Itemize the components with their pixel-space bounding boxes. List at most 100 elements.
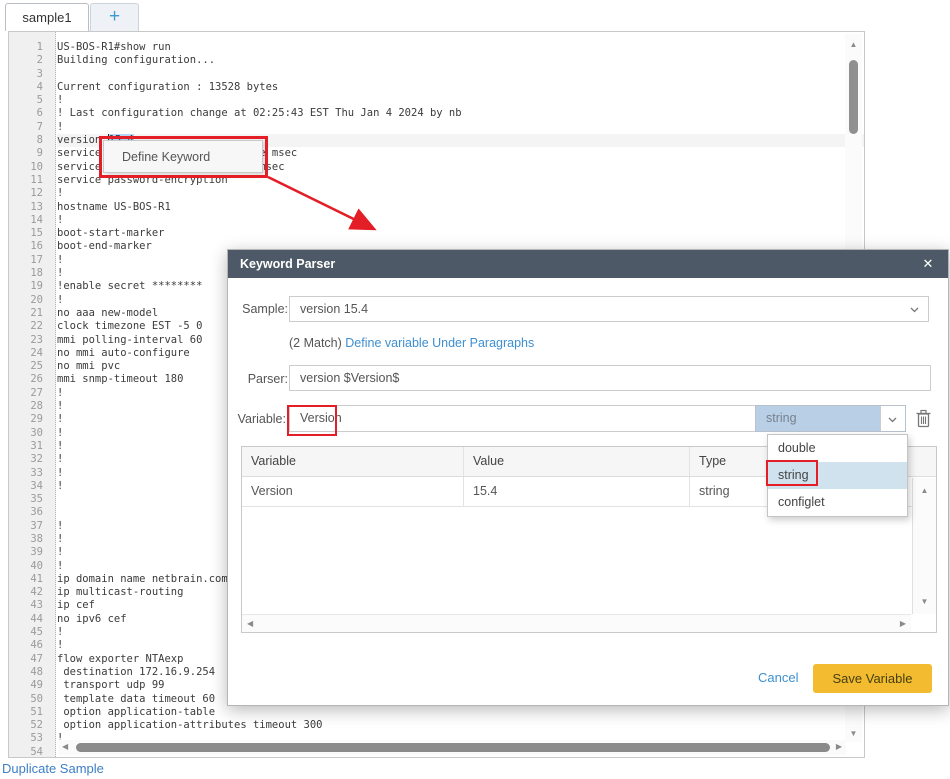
gutter-gap xyxy=(49,320,57,333)
line-number: 54 xyxy=(9,746,49,758)
tab-sample1[interactable]: sample1 xyxy=(5,3,89,31)
table-vertical-scrollbar[interactable]: ▲ ▼ xyxy=(912,478,936,614)
parser-input[interactable]: version $Version$ xyxy=(289,365,931,391)
type-select-chevron-cell[interactable] xyxy=(880,406,905,431)
gutter-gap xyxy=(49,639,57,652)
scroll-right-icon[interactable]: ▶ xyxy=(836,742,842,751)
gutter-gap xyxy=(49,427,57,440)
line-number: 24 xyxy=(9,347,49,360)
line-number: 46 xyxy=(9,639,49,652)
line-number: 33 xyxy=(9,467,49,480)
line-number: 30 xyxy=(9,427,49,440)
gutter-gap xyxy=(49,693,57,706)
line-number: 23 xyxy=(9,334,49,347)
code-line[interactable]: 7! xyxy=(9,121,864,134)
code-line[interactable]: 11service password-encryption xyxy=(9,174,864,187)
scroll-up-icon[interactable]: ▲ xyxy=(845,40,862,49)
type-option-configlet[interactable]: configlet xyxy=(768,489,907,516)
scroll-left-icon[interactable]: ◀ xyxy=(247,619,253,628)
gutter-gap xyxy=(49,68,57,81)
define-keyword-menu-item[interactable]: Define Keyword xyxy=(104,141,262,173)
gutter-gap xyxy=(49,666,57,679)
close-icon[interactable]: ✕ xyxy=(918,250,938,278)
variable-input[interactable]: Version xyxy=(289,405,756,432)
type-option-double[interactable]: double xyxy=(768,435,907,462)
vertical-scroll-thumb[interactable] xyxy=(849,60,858,134)
code-line[interactable]: 1US-BOS-R1#show run xyxy=(9,41,864,54)
type-select[interactable]: string xyxy=(755,405,906,432)
gutter-gap xyxy=(49,187,57,200)
line-number: 3 xyxy=(9,68,49,81)
line-text: Current configuration : 13528 bytes xyxy=(57,81,864,94)
line-number: 13 xyxy=(9,201,49,214)
gutter-gap xyxy=(49,453,57,466)
gutter-gap xyxy=(49,440,57,453)
scroll-down-icon[interactable]: ▼ xyxy=(913,597,936,606)
gutter-gap xyxy=(49,413,57,426)
code-line[interactable]: 52 option application-attributes timeout… xyxy=(9,719,864,732)
line-number: 49 xyxy=(9,679,49,692)
gutter-gap xyxy=(49,480,57,493)
line-number: 17 xyxy=(9,254,49,267)
horizontal-scroll-thumb[interactable] xyxy=(76,743,830,752)
gutter-gap xyxy=(49,174,57,187)
line-text: Building configuration... xyxy=(57,54,864,67)
line-number: 9 xyxy=(9,147,49,160)
define-variable-link[interactable]: Define variable Under Paragraphs xyxy=(345,336,534,350)
scroll-left-icon[interactable]: ◀ xyxy=(62,742,68,751)
line-number: 14 xyxy=(9,214,49,227)
gutter-gap xyxy=(49,706,57,719)
parser-label: Parser: xyxy=(238,372,288,386)
line-number: 26 xyxy=(9,373,49,386)
type-option-string[interactable]: string xyxy=(768,462,907,489)
line-text: ! Last configuration change at 02:25:43 … xyxy=(57,107,864,120)
code-line[interactable]: 2Building configuration... xyxy=(9,54,864,67)
sample-select[interactable]: version 15.4 xyxy=(289,296,929,322)
line-number: 39 xyxy=(9,546,49,559)
code-line[interactable]: 6! Last configuration change at 02:25:43… xyxy=(9,107,864,120)
scroll-right-icon[interactable]: ▶ xyxy=(900,619,906,628)
scroll-up-icon[interactable]: ▲ xyxy=(913,486,936,495)
line-number: 28 xyxy=(9,400,49,413)
cancel-button[interactable]: Cancel xyxy=(758,670,798,685)
editor-horizontal-scrollbar[interactable]: ◀ ▶ xyxy=(58,740,846,755)
table-horizontal-scrollbar[interactable]: ◀ ▶ xyxy=(242,614,911,632)
duplicate-sample-link[interactable]: Duplicate Sample xyxy=(2,761,104,776)
gutter-gap xyxy=(49,573,57,586)
line-number: 32 xyxy=(9,453,49,466)
line-number: 44 xyxy=(9,613,49,626)
line-number: 37 xyxy=(9,520,49,533)
gutter-gap xyxy=(49,732,57,745)
gutter-gap xyxy=(49,214,57,227)
code-line[interactable]: 15boot-start-marker xyxy=(9,227,864,240)
gutter-gap xyxy=(49,719,57,732)
gutter-gap xyxy=(49,94,57,107)
line-number: 20 xyxy=(9,294,49,307)
line-number: 22 xyxy=(9,320,49,333)
line-text: option application-attributes timeout 30… xyxy=(57,719,864,732)
gutter-gap xyxy=(49,134,57,147)
code-line[interactable]: 12! xyxy=(9,187,864,200)
line-number: 38 xyxy=(9,533,49,546)
chevron-down-icon xyxy=(888,415,897,424)
line-number: 16 xyxy=(9,240,49,253)
line-number: 11 xyxy=(9,174,49,187)
sample-select-value: version 15.4 xyxy=(300,302,368,316)
gutter-gap xyxy=(49,41,57,54)
code-line[interactable]: 5! xyxy=(9,94,864,107)
code-line[interactable]: 3 xyxy=(9,68,864,81)
scroll-down-icon[interactable]: ▼ xyxy=(845,729,862,738)
line-number: 10 xyxy=(9,161,49,174)
code-line[interactable]: 4Current configuration : 13528 bytes xyxy=(9,81,864,94)
add-tab-button[interactable]: + xyxy=(90,3,139,31)
code-line[interactable]: 51 option application-table xyxy=(9,706,864,719)
line-text: US-BOS-R1#show run xyxy=(57,41,864,54)
gutter-gap xyxy=(49,373,57,386)
save-variable-button[interactable]: Save Variable xyxy=(813,664,932,693)
trash-icon[interactable] xyxy=(915,409,932,428)
table-cell: 15.4 xyxy=(464,477,690,506)
code-line[interactable]: 14! xyxy=(9,214,864,227)
gutter-gap xyxy=(49,107,57,120)
line-text: option application-table xyxy=(57,706,864,719)
code-line[interactable]: 13hostname US-BOS-R1 xyxy=(9,201,864,214)
